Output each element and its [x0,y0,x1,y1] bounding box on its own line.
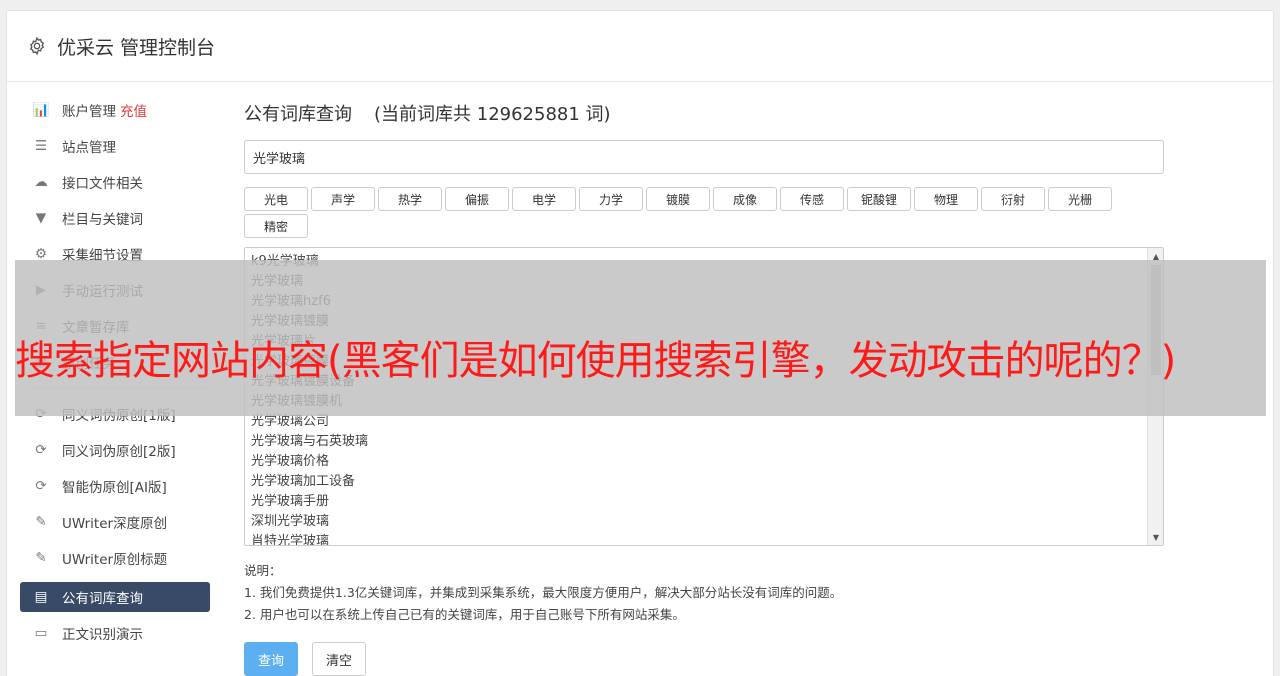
sidebar-item-label: UWriter原创标题 [62,552,168,568]
sidebar-item-label: 公有词库查询 [62,591,143,607]
book-icon: ▤ [34,589,48,605]
recharge-link[interactable]: 充值 [120,100,147,120]
sidebar-item-label: 站点管理 [62,140,116,156]
list-item[interactable]: 肖特光学玻璃 [251,532,1157,545]
list-item[interactable]: 光学玻璃加工设备 [251,472,1157,492]
action-buttons: 查询 清空 [244,642,1174,676]
list-item[interactable]: 光学玻璃手册 [251,492,1157,512]
page-title-text: 公有词库查询 [244,104,352,125]
refresh-icon: ⟳ [35,478,47,494]
sidebar-item-label: 智能伪原创[AI版] [62,480,167,496]
sidebar-item[interactable]: 📊 账户管理 充值 [20,92,210,128]
page-title: 公有词库查询 (当前词库共 129625881 词) [244,100,1174,130]
tag-button[interactable]: 偏振 [445,187,509,211]
server-icon: ☰ [34,138,48,154]
refresh-icon: ⟳ [35,442,47,458]
tag-button[interactable]: 热学 [378,187,442,211]
lexicon-count: (当前词库共 129625881 词) [374,104,611,125]
tag-button[interactable]: 物理 [914,187,978,211]
tag-button[interactable]: 力学 [579,187,643,211]
tag-button[interactable]: 传感 [780,187,844,211]
overlay-headline: 搜索指定网站内容(黑客们是如何使用搜索引擎，发动攻击的呢的？) [15,338,1176,384]
tag-button[interactable]: 成像 [713,187,777,211]
list-item[interactable]: 光学玻璃价格 [251,452,1157,472]
tag-button[interactable]: 光栅 [1048,187,1112,211]
sidebar-item-public-lexicon[interactable]: ▤ 公有词库查询 [20,582,210,612]
cloud-upload-icon: ☁ [34,174,48,190]
list-item[interactable]: 深圳光学玻璃 [251,512,1157,532]
sidebar-item-label: 接口文件相关 [62,176,143,192]
sidebar-item[interactable]: ▭ 正文识别演示 [20,615,210,651]
sidebar-item-label: 同义词伪原创[2版] [62,444,176,460]
edit-icon: ✎ [35,550,47,566]
tag-button[interactable]: 电学 [512,187,576,211]
bar-chart-icon: 📊 [32,102,50,118]
tag-button[interactable]: 光电 [244,187,308,211]
sidebar-item[interactable]: ⟳ 同义词伪原创[2版] [20,432,210,468]
tag-button[interactable]: 铌酸锂 [847,187,911,211]
edit-icon: ✎ [35,514,47,530]
sidebar-item-label: 正文识别演示 [62,627,143,643]
list-item[interactable]: 光学玻璃与石英玻璃 [251,432,1157,452]
clear-button[interactable]: 清空 [312,642,366,676]
note-line: 2. 用户也可以在系统上传自己已有的关键词库，用于自己账号下所有网站采集。 [244,607,685,622]
query-button[interactable]: 查询 [244,642,298,676]
tag-button[interactable]: 声学 [311,187,375,211]
tag-list: 光电 声学 热学 偏振 电学 力学 镀膜 成像 传感 铌酸锂 物理 衍射 光栅精密 [244,187,1124,238]
tag-button[interactable]: 衍射 [981,187,1045,211]
notes-title: 说明： [244,563,282,578]
sidebar-item[interactable]: ☰ 站点管理 [20,128,210,164]
page-header-title: 优采云 管理控制台 [57,36,216,59]
sidebar-item[interactable]: ✎ UWriter深度原创 [20,504,210,540]
search-input[interactable] [244,140,1164,174]
tag-button[interactable]: 精密 [244,214,308,238]
gear-icon [29,36,45,56]
sidebar-item-label: UWriter深度原创 [62,516,168,532]
sidebar-item-label: 栏目与关键词 [62,212,143,228]
header: 优采云 管理控制台 [7,11,1273,82]
sidebar-item[interactable]: ☁ 接口文件相关 [20,164,210,200]
sidebar-item[interactable]: ✎ UWriter原创标题 [20,540,210,576]
sidebar-item[interactable]: ⟳ 智能伪原创[AI版] [20,468,210,504]
scroll-down-arrow-icon[interactable]: ▼ [1148,529,1163,545]
sidebar-item-label: 账户管理 [62,104,116,120]
desktop-icon: ▭ [34,625,48,641]
tag-button[interactable]: 镀膜 [646,187,710,211]
sidebar-item[interactable]: ▼ 栏目与关键词 [20,200,210,236]
note-line: 1. 我们免费提供1.3亿关键词库，并集成到采集系统，最大限度方便用户，解决大部… [244,585,843,600]
filter-icon: ▼ [35,210,47,226]
notes: 说明： 1. 我们免费提供1.3亿关键词库，并集成到采集系统，最大限度方便用户，… [244,560,1174,626]
